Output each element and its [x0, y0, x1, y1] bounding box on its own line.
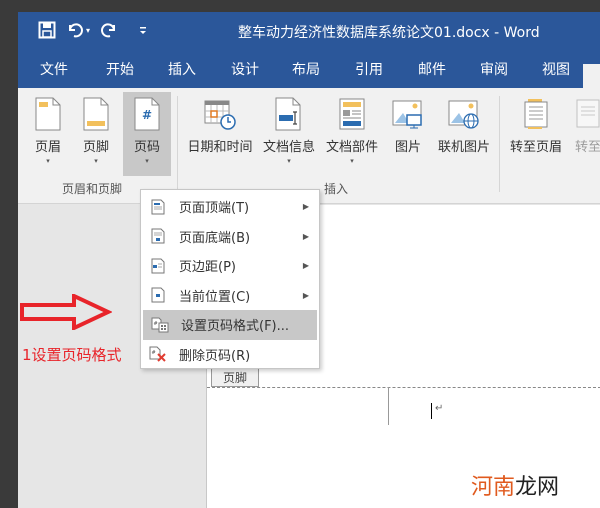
page-number-menu: 页面顶端(T) ▶ 页面底端(B) ▶ 页边距(P) ▶ 当前位置(C) ▶ #… — [140, 189, 320, 369]
tab-layout[interactable]: 布局 — [292, 59, 320, 79]
tab-insert[interactable]: 插入 — [168, 59, 196, 79]
margin-guide — [388, 387, 389, 425]
tab-mailings[interactable]: 邮件 — [418, 59, 446, 79]
header-button[interactable]: 页眉 ▾ — [28, 94, 68, 165]
title-bar: ▾ 整车动力经济性数据库系统论文01.docx - Word — [18, 12, 600, 50]
goto-header-button[interactable]: 转至页眉 — [506, 94, 566, 155]
menu-item-format-page-numbers[interactable]: # 设置页码格式(F)... — [143, 310, 317, 340]
tab-references[interactable]: 引用 — [355, 59, 383, 79]
document-info-icon — [271, 94, 307, 134]
tab-file[interactable]: 文件 — [40, 59, 68, 79]
tab-design[interactable]: 设计 — [231, 59, 259, 79]
undo-icon[interactable] — [66, 20, 84, 40]
online-picture-icon — [446, 94, 482, 134]
page-margin-icon — [141, 258, 175, 274]
current-position-icon — [141, 287, 175, 303]
group-separator — [177, 96, 178, 192]
goto-footer-button: 转至 — [568, 94, 600, 155]
quick-parts-icon — [334, 94, 370, 134]
format-page-numbers-icon: # — [143, 317, 177, 333]
footer-button[interactable]: 页脚 ▾ — [76, 94, 116, 165]
footer-label-tag: 页脚 — [211, 367, 259, 387]
quick-access-toolbar: ▾ — [38, 20, 148, 40]
submenu-arrow-icon: ▶ — [302, 202, 309, 212]
page-top-icon — [141, 199, 175, 215]
page-bottom-icon — [141, 228, 175, 244]
remove-page-numbers-icon: # — [141, 346, 175, 362]
goto-footer-icon — [570, 94, 600, 134]
svg-text:#: # — [152, 350, 156, 356]
group-label-header-footer: 页眉和页脚 — [62, 182, 123, 196]
word-window: ▾ 整车动力经济性数据库系统论文01.docx - Word 文件 开始 插入 … — [18, 12, 600, 508]
annotation-label: 1设置页码格式 — [22, 346, 122, 364]
menu-item-current-position[interactable]: 当前位置(C) ▶ — [141, 281, 319, 311]
tab-home[interactable]: 开始 — [106, 59, 134, 79]
menu-item-top-of-page[interactable]: 页面顶端(T) ▶ — [141, 192, 319, 222]
svg-text:#: # — [154, 321, 158, 327]
menu-item-remove-page-numbers[interactable]: # 删除页码(R) — [141, 340, 319, 370]
paragraph-mark: ↵ — [435, 403, 444, 414]
menu-item-page-margins[interactable]: 页边距(P) ▶ — [141, 251, 319, 281]
tab-review[interactable]: 审阅 — [480, 59, 508, 79]
redo-icon[interactable] — [100, 20, 118, 40]
footer-icon — [78, 94, 114, 134]
tab-view[interactable]: 视图 — [542, 59, 570, 79]
svg-text:#: # — [142, 108, 152, 122]
ribbon: 页眉 ▾ 页脚 ▾ # 页码 ▾ 页眉和页脚 日期和时间 文档信息 ▾ 文档部件… — [18, 88, 600, 204]
tab-header-footer-design[interactable] — [583, 64, 600, 88]
undo-dropdown-icon[interactable]: ▾ — [86, 20, 90, 40]
menu-item-bottom-of-page[interactable]: 页面底端(B) ▶ — [141, 222, 319, 252]
group-label-insert: 插入 — [324, 182, 349, 196]
date-time-icon — [202, 94, 238, 134]
customize-qat-icon[interactable] — [138, 20, 148, 40]
submenu-arrow-icon: ▶ — [302, 231, 309, 241]
picture-button[interactable]: 图片 — [388, 94, 428, 155]
page-number-icon: # — [129, 94, 165, 134]
document-info-button[interactable]: 文档信息 ▾ — [259, 94, 319, 165]
submenu-arrow-icon: ▶ — [302, 261, 309, 271]
goto-header-icon — [518, 94, 554, 134]
group-separator — [499, 96, 500, 192]
ribbon-tabs: 文件 开始 插入 设计 布局 引用 邮件 审阅 视图 — [18, 50, 600, 88]
window-title: 整车动力经济性数据库系统论文01.docx - Word — [238, 25, 540, 41]
quick-parts-button[interactable]: 文档部件 ▾ — [322, 94, 382, 165]
footer-boundary-line — [207, 387, 600, 388]
picture-icon — [390, 94, 426, 134]
annotation-arrow-icon — [20, 292, 113, 334]
text-cursor — [431, 403, 432, 419]
online-picture-button[interactable]: 联机图片 — [434, 94, 494, 155]
save-icon[interactable] — [38, 20, 56, 40]
submenu-arrow-icon: ▶ — [302, 290, 309, 300]
header-icon — [30, 94, 66, 134]
page-number-button[interactable]: # 页码 ▾ — [123, 92, 171, 176]
watermark: 河南龙网 — [471, 475, 560, 500]
date-time-button[interactable]: 日期和时间 — [184, 94, 256, 155]
